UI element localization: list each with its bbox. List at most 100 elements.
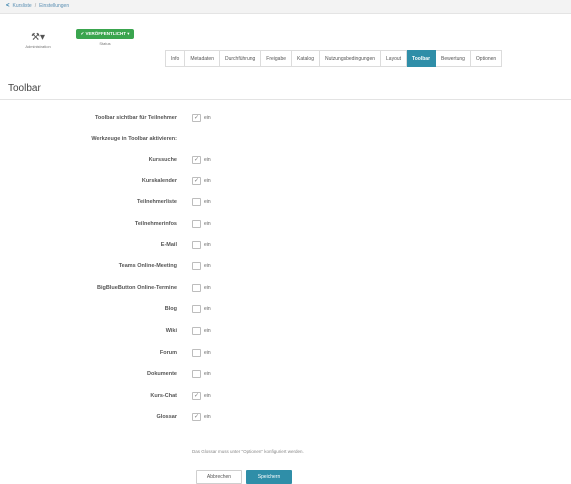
field-label: E-Mail — [160, 242, 177, 248]
status-tool[interactable]: ✔ VERÖFFENTLICHT ▾ Status — [76, 29, 134, 46]
checkbox-unchecked[interactable] — [192, 198, 201, 206]
field-label: BigBlueButton Online-Termine — [97, 285, 177, 291]
checkbox-control[interactable]: ein — [192, 349, 211, 357]
form-row-teilnehmerliste: Teilnehmerliste ein — [0, 197, 571, 209]
checkbox-checked[interactable]: ✓ — [192, 156, 201, 164]
field-label: Teilnehmerinfos — [134, 221, 177, 227]
course-toolbar: ⚒▾ Administration ✔ VERÖFFENTLICHT ▾ Sta… — [0, 14, 571, 50]
back-icon[interactable]: < — [6, 3, 10, 9]
checkbox-unchecked[interactable] — [192, 241, 201, 249]
checkbox-control[interactable]: ✓ ein — [192, 114, 211, 122]
checkbox-unchecked[interactable] — [192, 284, 201, 292]
form-row-kurs-chat: Kurs-Chat ✓ ein — [0, 391, 571, 403]
checkbox-control[interactable]: ein — [192, 327, 211, 335]
settings-tabs: Info Metadaten Durchführung Freigabe Katalog… — [165, 50, 503, 67]
status-badge[interactable]: ✔ VERÖFFENTLICHT ▾ — [76, 29, 134, 39]
field-label: Kurskalender — [141, 178, 177, 184]
checkbox-control[interactable]: ✓ ein — [192, 156, 211, 164]
field-label: Wiki — [165, 328, 177, 334]
checkbox-label: ein — [204, 178, 211, 184]
form-row-glossar: Glossar ✓ ein — [0, 412, 571, 424]
tab-durchführung[interactable]: Durchführung — [219, 50, 262, 67]
checkbox-label: ein — [204, 350, 211, 356]
checkbox-control[interactable]: ein — [192, 262, 211, 270]
checkbox-label: ein — [204, 285, 211, 291]
checkbox-unchecked[interactable] — [192, 327, 201, 335]
checkbox-label: ein — [204, 199, 211, 205]
breadcrumb: < Kursliste / Einstellungen — [6, 3, 69, 9]
checkbox-control[interactable]: ein — [192, 370, 211, 378]
status-label: Status — [99, 41, 111, 46]
checkbox-label: ein — [204, 263, 211, 269]
checkbox-unchecked[interactable] — [192, 220, 201, 228]
tab-layout[interactable]: Layout — [381, 50, 408, 67]
cancel-button[interactable]: Abbrechen — [196, 470, 242, 484]
breadcrumb-separator: / — [34, 3, 37, 9]
wrench-icon: ⚒▾ — [31, 32, 45, 43]
form-row-wiki: Wiki ein — [0, 326, 571, 338]
checkbox-label: ein — [204, 115, 211, 121]
checkbox-control[interactable]: ein — [192, 284, 211, 292]
checkbox-label: ein — [204, 221, 211, 227]
field-label: Toolbar sichtbar für Teilnehmer — [94, 115, 177, 121]
field-label: Teilnehmerliste — [137, 199, 177, 205]
tab-metadaten[interactable]: Metadaten — [185, 50, 220, 67]
checkbox-checked[interactable]: ✓ — [192, 177, 201, 185]
checkbox-control[interactable]: ✓ ein — [192, 413, 211, 421]
checkbox-label: ein — [204, 371, 211, 377]
checkbox-checked[interactable]: ✓ — [192, 392, 201, 400]
divider — [0, 99, 571, 100]
checkbox-unchecked[interactable] — [192, 349, 201, 357]
checkbox-unchecked[interactable] — [192, 305, 201, 313]
checkbox-control[interactable]: ein — [192, 220, 211, 228]
field-label: Kurs-Chat — [150, 393, 177, 399]
breadcrumb-item-course-list[interactable]: Kursliste — [13, 3, 32, 9]
field-label: Teams Online-Meeting — [118, 263, 177, 269]
tab-freigabe[interactable]: Freigabe — [261, 50, 293, 67]
checkbox-label: ein — [204, 157, 211, 163]
tab-optionen[interactable]: Optionen — [470, 50, 503, 67]
form-row-teams-online-meeting: Teams Online-Meeting ein — [0, 261, 571, 273]
checkbox-control[interactable]: ein — [192, 198, 211, 206]
field-label: Dokumente — [147, 371, 177, 377]
form-row-kurssuche: Kurssuche ✓ ein — [0, 155, 571, 167]
field-label: Blog — [164, 306, 177, 312]
checkbox-checked[interactable]: ✓ — [192, 114, 201, 122]
checkbox-checked[interactable]: ✓ — [192, 413, 201, 421]
field-label: Glossar — [156, 414, 177, 420]
glossar-hint: Das Glossar muss unter "Optionen" konfig… — [192, 449, 304, 454]
form-row-teilnehmerinfos: Teilnehmerinfos ein — [0, 219, 571, 231]
field-label: Werkzeuge in Toolbar aktivieren: — [91, 136, 177, 142]
checkbox-control[interactable]: ✓ ein — [192, 177, 211, 185]
checkbox-label: ein — [204, 242, 211, 248]
administration-label: Administration — [25, 44, 51, 49]
checkbox-label: ein — [204, 414, 211, 420]
administration-tool[interactable]: ⚒▾ Administration — [18, 32, 58, 49]
form-row-werkzeuge-in-toolbar-aktivieren: Werkzeuge in Toolbar aktivieren: — [0, 134, 571, 146]
tab-katalog[interactable]: Katalog — [292, 50, 320, 67]
tab-info[interactable]: Info — [165, 50, 186, 67]
tab-toolbar[interactable]: Toolbar — [407, 50, 437, 67]
form-row-kurskalender: Kurskalender ✓ ein — [0, 176, 571, 188]
checkbox-label: ein — [204, 328, 211, 334]
form-row-bigbluebutton-online-termine: BigBlueButton Online-Termine ein — [0, 283, 571, 295]
tab-bewertung[interactable]: Bewertung — [436, 50, 471, 67]
checkbox-unchecked[interactable] — [192, 262, 201, 270]
form-row-forum: Forum ein — [0, 348, 571, 360]
field-label: Kurssuche — [148, 157, 177, 163]
checkbox-control[interactable]: ein — [192, 305, 211, 313]
form-row-dokumente: Dokumente ein — [0, 369, 571, 381]
breadcrumb-bar: < Kursliste / Einstellungen — [0, 0, 571, 14]
checkbox-label: ein — [204, 393, 211, 399]
breadcrumb-item-settings: Einstellungen — [39, 3, 70, 9]
page-title: Toolbar — [8, 83, 41, 94]
checkbox-control[interactable]: ein — [192, 241, 211, 249]
form-row-blog: Blog ein — [0, 304, 571, 316]
checkbox-unchecked[interactable] — [192, 370, 201, 378]
tab-nutzungsbedingungen[interactable]: Nutzungsbedingungen — [319, 50, 382, 67]
field-label: Forum — [159, 350, 177, 356]
checkbox-control[interactable]: ✓ ein — [192, 392, 211, 400]
save-button[interactable]: Speichern — [246, 470, 292, 484]
form-row-toolbar-sichtbar-für-teilnehmer: Toolbar sichtbar für Teilnehmer ✓ ein — [0, 113, 571, 125]
checkbox-label: ein — [204, 306, 211, 312]
